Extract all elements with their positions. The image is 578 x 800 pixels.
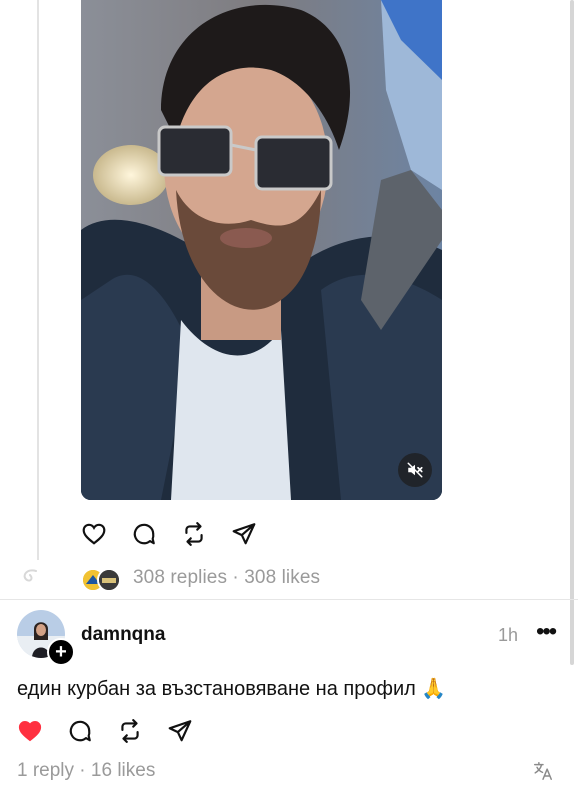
repost-button[interactable] — [117, 718, 143, 744]
share-button[interactable] — [167, 718, 193, 744]
thread-curl — [23, 569, 37, 582]
scrollbar[interactable] — [570, 0, 574, 665]
share-icon — [168, 720, 192, 742]
post-stats[interactable]: 308 replies · 308 likes — [81, 565, 321, 592]
repost-button[interactable] — [181, 521, 207, 547]
reply-stats[interactable]: 1 reply · 16 likes — [17, 760, 155, 782]
pray-emoji: 🙏 — [421, 678, 447, 700]
reply-text: един курбан за възстановяване на профил … — [17, 676, 446, 701]
reply-time: 1h — [498, 625, 519, 645]
heart-filled-icon — [18, 720, 42, 742]
post-actions — [81, 521, 257, 547]
comment-button[interactable] — [67, 718, 93, 744]
more-options-icon[interactable]: ••• — [536, 620, 557, 644]
share-button[interactable] — [231, 521, 257, 547]
divider — [0, 599, 578, 600]
repost-icon — [121, 719, 139, 743]
speaker-muted-icon — [407, 462, 423, 478]
thread-line — [37, 0, 39, 560]
reply-username[interactable]: damnqna — [81, 624, 165, 646]
avatar — [97, 568, 121, 592]
heart-icon — [82, 523, 106, 545]
video-frame — [81, 0, 442, 500]
follow-button[interactable]: + — [47, 638, 75, 666]
post-stats-text: 308 replies · 308 likes — [133, 567, 321, 588]
reply-text-content: един курбан за възстановяване на профил — [17, 678, 416, 700]
post-video[interactable] — [81, 0, 442, 500]
comment-icon — [69, 720, 91, 742]
comment-icon — [133, 523, 155, 545]
like-button[interactable] — [17, 718, 43, 744]
repost-icon — [185, 522, 203, 546]
replier-avatars — [81, 566, 125, 592]
share-icon — [232, 523, 256, 545]
translate-icon[interactable] — [532, 760, 554, 782]
mute-button[interactable] — [398, 453, 432, 487]
comment-button[interactable] — [131, 521, 157, 547]
like-button[interactable] — [81, 521, 107, 547]
reply-actions — [17, 718, 193, 744]
